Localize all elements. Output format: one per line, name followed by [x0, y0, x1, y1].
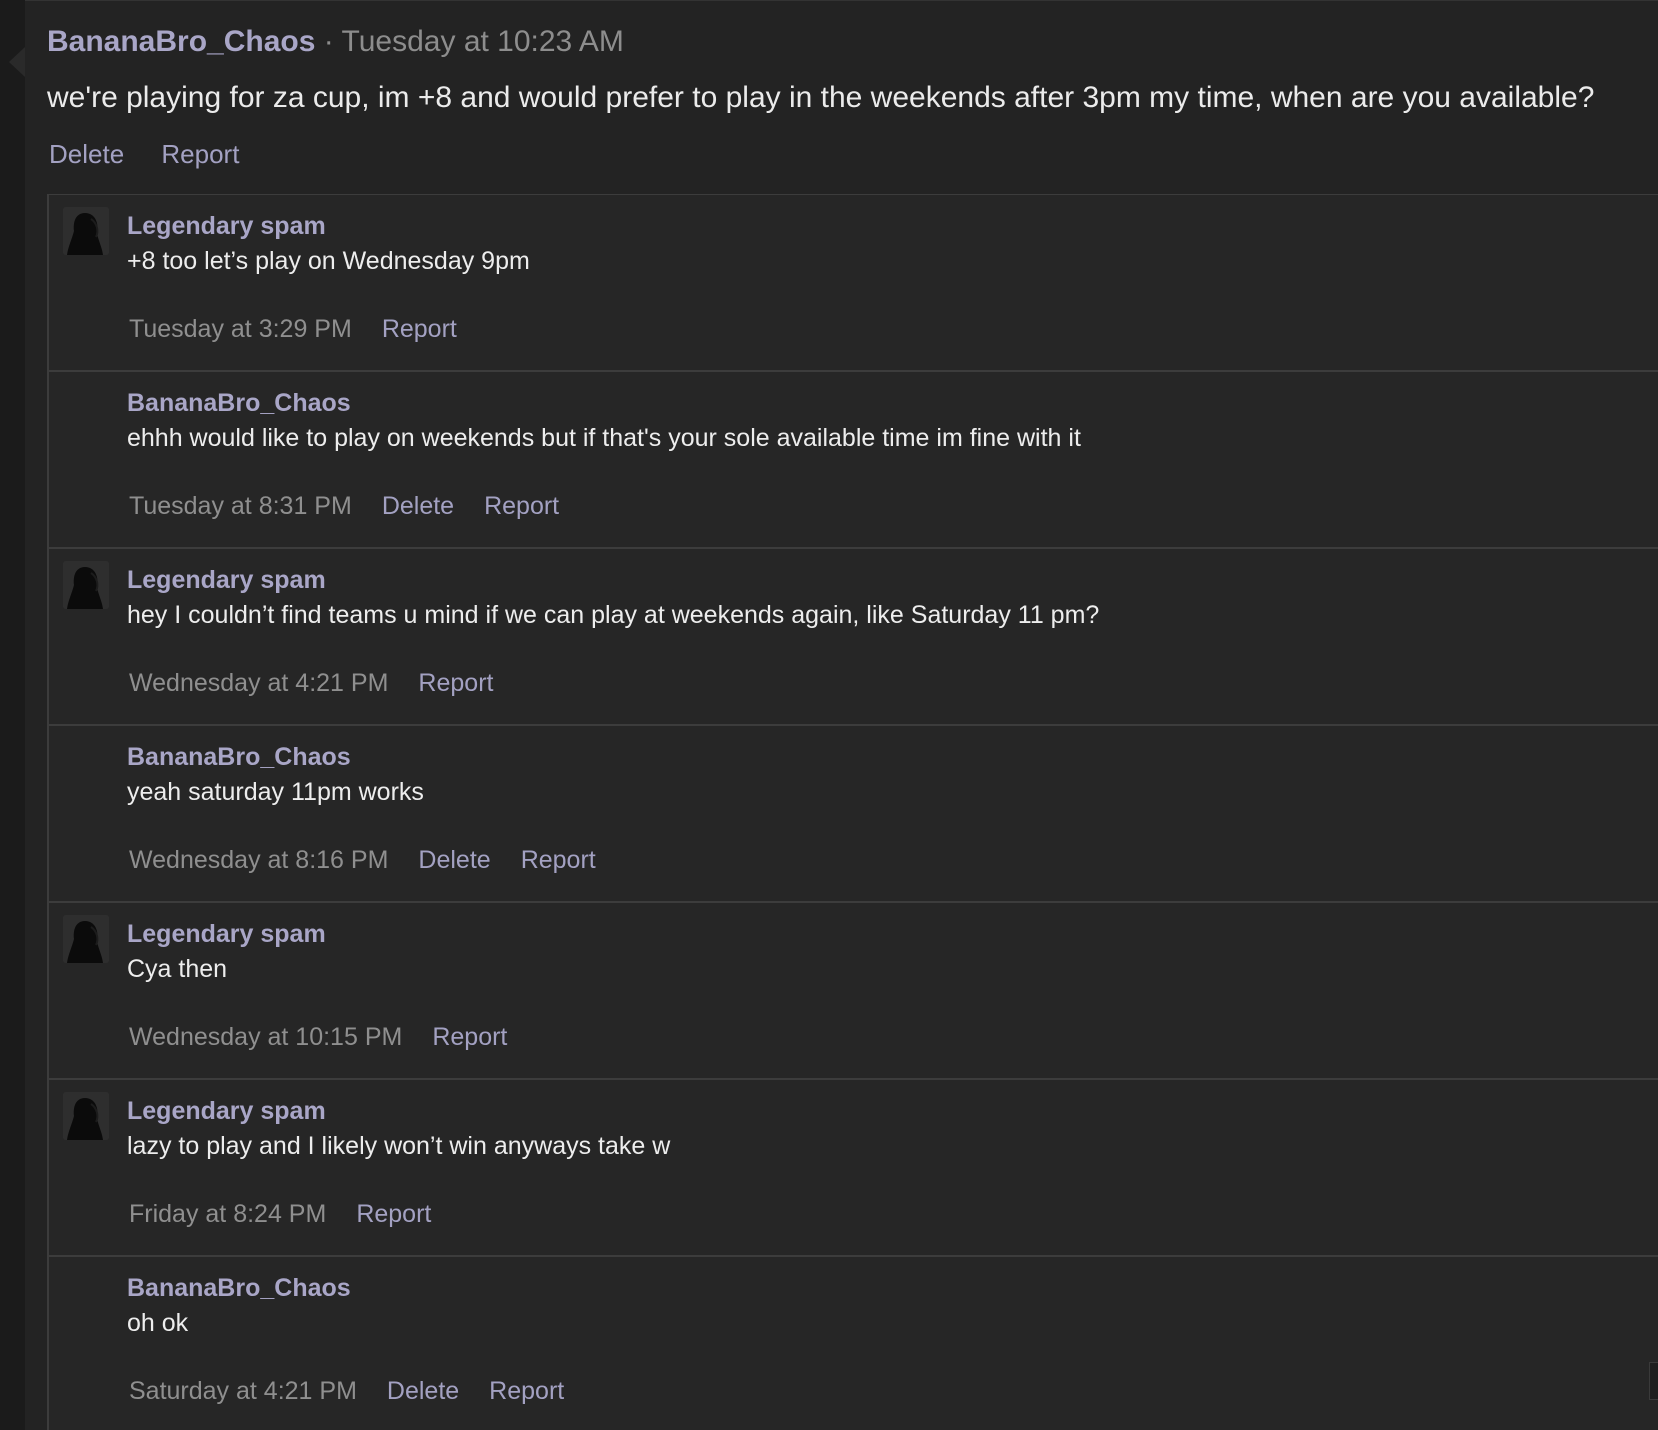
comment-author-link[interactable]: Legendary spam — [127, 566, 326, 595]
comment-timestamp[interactable]: Wednesday at 4:21 PM — [129, 669, 388, 697]
post-author-link[interactable]: BananaBro_Chaos — [47, 25, 315, 58]
comment-text: oh ok — [127, 1309, 189, 1337]
avatar[interactable] — [63, 915, 109, 963]
comment-author-link[interactable]: BananaBro_Chaos — [127, 743, 351, 772]
comment-report-link[interactable]: Report — [418, 669, 493, 697]
separator: · — [315, 25, 342, 58]
comment-timestamp[interactable]: Friday at 8:24 PM — [129, 1200, 326, 1228]
comment-item: Legendary spam +8 too let’s play on Wedn… — [49, 195, 1658, 372]
comment-author-link[interactable]: Legendary spam — [127, 212, 326, 241]
comment-meta: Saturday at 4:21 PM Delete Report — [129, 1377, 594, 1406]
post-body: we're playing for za cup, im +8 and woul… — [47, 81, 1595, 114]
profile-post: BananaBro_Chaos · Tuesday at 10:23 AM we… — [25, 0, 1658, 1430]
comment-text: ehhh would like to play on weekends but … — [127, 424, 1081, 452]
comment-timestamp[interactable]: Tuesday at 3:29 PM — [129, 315, 352, 343]
comment-meta: Tuesday at 8:31 PM Delete Report — [129, 492, 589, 521]
comment-item: Legendary spam hey I couldn’t find teams… — [49, 549, 1658, 726]
avatar-silhouette-icon — [63, 207, 109, 255]
comment-item: BananaBro_Chaos oh ok Saturday at 4:21 P… — [49, 1257, 1658, 1430]
comment-text: Cya then — [127, 955, 228, 983]
post-report-link[interactable]: Report — [161, 139, 239, 169]
comment-timestamp[interactable]: Wednesday at 10:15 PM — [129, 1023, 402, 1051]
comment-delete-link[interactable]: Delete — [418, 846, 490, 874]
comment-timestamp[interactable]: Tuesday at 8:31 PM — [129, 492, 352, 520]
comment-author-link[interactable]: Legendary spam — [127, 920, 326, 949]
comment-report-link[interactable]: Report — [489, 1377, 564, 1405]
comment-item: BananaBro_Chaos yeah saturday 11pm works… — [49, 726, 1658, 903]
avatar-silhouette-icon — [63, 915, 109, 963]
avatar[interactable] — [63, 561, 109, 609]
comment-meta: Friday at 8:24 PM Report — [129, 1200, 461, 1229]
comment-item: Legendary spam lazy to play and I likely… — [49, 1080, 1658, 1257]
comment-author-link[interactable]: BananaBro_Chaos — [127, 389, 351, 418]
comment-item: BananaBro_Chaos ehhh would like to play … — [49, 372, 1658, 549]
comment-list: Legendary spam +8 too let’s play on Wedn… — [47, 194, 1658, 1430]
comment-timestamp[interactable]: Wednesday at 8:16 PM — [129, 846, 388, 874]
comment-text: yeah saturday 11pm works — [127, 778, 424, 806]
comment-meta: Wednesday at 4:21 PM Report — [129, 669, 523, 698]
comment-meta: Tuesday at 3:29 PM Report — [129, 315, 487, 344]
post-actions: Delete Report — [49, 139, 269, 170]
comment-report-link[interactable]: Report — [432, 1023, 507, 1051]
comment-meta: Wednesday at 8:16 PM Delete Report — [129, 846, 626, 875]
avatar[interactable] — [63, 1092, 109, 1140]
comment-timestamp[interactable]: Saturday at 4:21 PM — [129, 1377, 357, 1405]
avatar[interactable] — [63, 207, 109, 255]
post-delete-link[interactable]: Delete — [49, 139, 124, 169]
comment-text: hey I couldn’t find teams u mind if we c… — [127, 601, 1100, 629]
comment-author-link[interactable]: Legendary spam — [127, 1097, 326, 1126]
comment-item: Legendary spam Cya then Wednesday at 10:… — [49, 903, 1658, 1080]
post-header: BananaBro_Chaos · Tuesday at 10:23 AM — [47, 25, 624, 59]
speech-arrow-icon — [9, 47, 25, 77]
scrollbar-handle[interactable] — [1649, 1362, 1658, 1400]
comment-meta: Wednesday at 10:15 PM Report — [129, 1023, 537, 1052]
comment-report-link[interactable]: Report — [356, 1200, 431, 1228]
comment-delete-link[interactable]: Delete — [382, 492, 454, 520]
comment-report-link[interactable]: Report — [521, 846, 596, 874]
comment-text: lazy to play and I likely won’t win anyw… — [127, 1132, 671, 1160]
post-timestamp[interactable]: Tuesday at 10:23 AM — [342, 25, 624, 58]
comment-report-link[interactable]: Report — [382, 315, 457, 343]
comment-delete-link[interactable]: Delete — [387, 1377, 459, 1405]
page: BananaBro_Chaos · Tuesday at 10:23 AM we… — [0, 0, 1658, 1430]
avatar-silhouette-icon — [63, 561, 109, 609]
comment-text: +8 too let’s play on Wednesday 9pm — [127, 247, 530, 275]
avatar-silhouette-icon — [63, 1092, 109, 1140]
left-gutter — [0, 0, 25, 1430]
comment-report-link[interactable]: Report — [484, 492, 559, 520]
comment-author-link[interactable]: BananaBro_Chaos — [127, 1274, 351, 1303]
